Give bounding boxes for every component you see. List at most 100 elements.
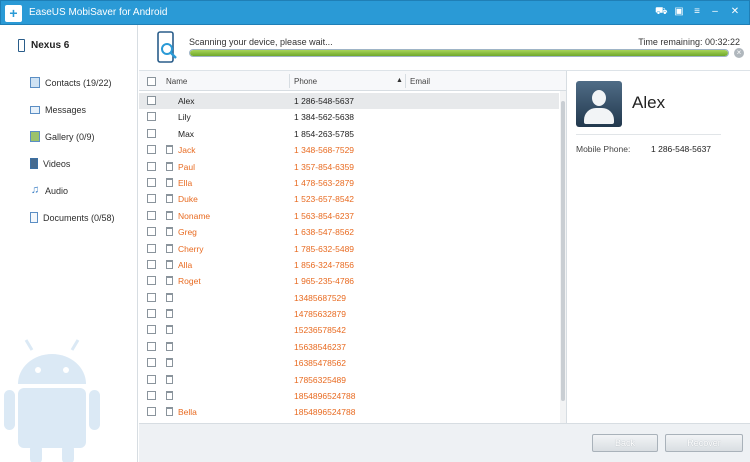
cell-name: Paul (178, 161, 196, 172)
table-row[interactable]: Ella 1 478-563-2879 (139, 175, 559, 191)
trash-icon (166, 276, 173, 286)
cell-phone: 1 856-324-7856 (294, 259, 355, 270)
cell-name: Cherry (178, 243, 204, 254)
trash-icon (166, 145, 173, 155)
row-checkbox[interactable] (147, 292, 156, 302)
sidebar-item-contacts[interactable]: Contacts (19/22) (30, 69, 115, 96)
trash-icon (166, 259, 173, 269)
table-row[interactable]: Greg 1 638-547-8562 (139, 224, 559, 240)
table-row[interactable]: Alex 1 286-548-5637 (139, 93, 559, 110)
row-checkbox[interactable] (147, 194, 156, 204)
time-remaining: Time remaining: 00:32:22 (638, 37, 740, 47)
table-row[interactable]: Lily 1 384-562-5638 (139, 109, 559, 125)
cell-phone: 1854896524788 (294, 407, 356, 418)
scrollbar-thumb[interactable] (561, 101, 565, 401)
title-bar: + EaseUS MobiSaver for Android ⛟ ▣ ≡ – ✕ (0, 0, 750, 25)
contacts-table: Name Phone ▲ Email Alex 1 286-548-5637 Lil… (139, 71, 567, 423)
cell-phone: 17856325489 (294, 374, 347, 385)
table-row[interactable]: 16385478562 (139, 355, 559, 371)
row-checkbox[interactable] (147, 145, 156, 155)
table-row[interactable]: 1854896524788 (139, 388, 559, 404)
sidebar-item-audio[interactable]: ♫ Audio (30, 177, 115, 204)
row-checkbox[interactable] (147, 276, 156, 286)
window-controls: ⛟ ▣ ≡ – ✕ (655, 5, 743, 19)
sidebar-item-documents[interactable]: Documents (0/58) (30, 204, 115, 231)
app-title: EaseUS MobiSaver for Android (29, 7, 168, 18)
minimize-icon[interactable]: – (709, 5, 721, 19)
column-header-name[interactable]: Name (166, 77, 187, 86)
recover-button[interactable]: Recover (665, 434, 743, 452)
row-checkbox[interactable] (147, 341, 156, 351)
back-button[interactable]: Back (592, 434, 658, 452)
cell-phone: 16385478562 (294, 358, 347, 369)
table-row[interactable]: 17856325489 (139, 372, 559, 388)
sidebar-item-gallery[interactable]: Gallery (0/9) (30, 123, 115, 150)
cart-icon[interactable]: ⛟ (655, 5, 668, 19)
sidebar-item-label: Videos (43, 158, 71, 169)
table-row[interactable]: Duke 1 523-657-8542 (139, 191, 559, 207)
row-checkbox[interactable] (147, 210, 156, 220)
row-checkbox[interactable] (147, 325, 156, 335)
cell-name: Bella (178, 407, 197, 418)
row-checkbox[interactable] (147, 358, 156, 368)
column-header-phone[interactable]: Phone (294, 77, 317, 86)
sidebar-item-messages[interactable]: Messages (30, 96, 115, 123)
cell-phone: 1854896524788 (294, 391, 356, 402)
table-row[interactable]: Cherry 1 785-632-5489 (139, 241, 559, 257)
trash-icon (166, 243, 173, 253)
table-row[interactable]: 13485687529 (139, 290, 559, 306)
row-checkbox[interactable] (147, 243, 156, 253)
row-checkbox[interactable] (147, 96, 156, 105)
scan-panel: Scanning your device, please wait... Tim… (139, 25, 750, 71)
table-row[interactable]: Alla 1 856-324-7856 (139, 257, 559, 273)
trash-icon (166, 210, 173, 220)
row-checkbox[interactable] (147, 112, 156, 122)
table-row[interactable]: Jack 1 348-568-7529 (139, 142, 559, 158)
contact-detail-panel: Alex Mobile Phone: 1 286-548-5637 (568, 71, 750, 423)
row-checkbox[interactable] (147, 161, 156, 171)
footer-bar: Back Recover (139, 423, 750, 462)
avatar-body (584, 108, 614, 124)
table-row[interactable]: Roget 1 965-235-4786 (139, 273, 559, 289)
sort-ascending-icon: ▲ (396, 77, 403, 84)
cell-phone: 15638546237 (294, 341, 347, 352)
cell-phone: 1 348-568-7529 (294, 145, 355, 156)
sidebar-item-label: Contacts (19/22) (45, 77, 112, 88)
cell-phone: 1 523-657-8542 (294, 194, 355, 205)
table-row[interactable]: Paul 1 357-854-6359 (139, 159, 559, 175)
table-row[interactable]: Bella 1854896524788 (139, 404, 559, 420)
row-checkbox[interactable] (147, 177, 156, 187)
device-header[interactable]: Nexus 6 (18, 39, 69, 52)
row-checkbox[interactable] (147, 309, 156, 319)
close-icon[interactable]: ✕ (727, 5, 743, 19)
table-row[interactable]: 15638546237 (139, 339, 559, 355)
sidebar-item-videos[interactable]: Videos (30, 150, 115, 177)
register-icon[interactable]: ▣ (673, 5, 685, 19)
avatar-head (592, 90, 606, 106)
table-row[interactable]: Max 1 854-263-5785 (139, 126, 559, 142)
android-watermark-icon (4, 339, 100, 462)
row-checkbox[interactable] (147, 374, 156, 384)
messages-icon (30, 105, 40, 114)
row-checkbox[interactable] (147, 391, 156, 401)
table-row[interactable]: 15236578542 (139, 322, 559, 338)
row-checkbox[interactable] (147, 407, 156, 417)
table-scrollbar[interactable] (560, 91, 566, 423)
row-checkbox[interactable] (147, 259, 156, 269)
sidebar-item-label: Messages (45, 104, 87, 115)
menu-icon[interactable]: ≡ (691, 5, 703, 19)
cell-phone: 13485687529 (294, 292, 347, 303)
scan-progress-fill (190, 50, 728, 56)
sidebar: Nexus 6 Contacts (19/22) Messages Galler… (0, 25, 138, 462)
cancel-scan-icon[interactable]: × (734, 48, 744, 58)
sidebar-item-label: Documents (0/58) (43, 212, 115, 223)
table-row[interactable]: Noname 1 563-854-6237 (139, 208, 559, 224)
table-row[interactable]: 14785632879 (139, 306, 559, 322)
select-all-checkbox[interactable] (147, 77, 156, 86)
cell-phone: 14785632879 (294, 309, 347, 320)
row-checkbox[interactable] (147, 227, 156, 237)
row-checkbox[interactable] (147, 128, 156, 138)
mobile-phone-label: Mobile Phone: (576, 144, 631, 154)
cell-name: Jack (178, 145, 196, 156)
column-header-email[interactable]: Email (410, 77, 430, 86)
